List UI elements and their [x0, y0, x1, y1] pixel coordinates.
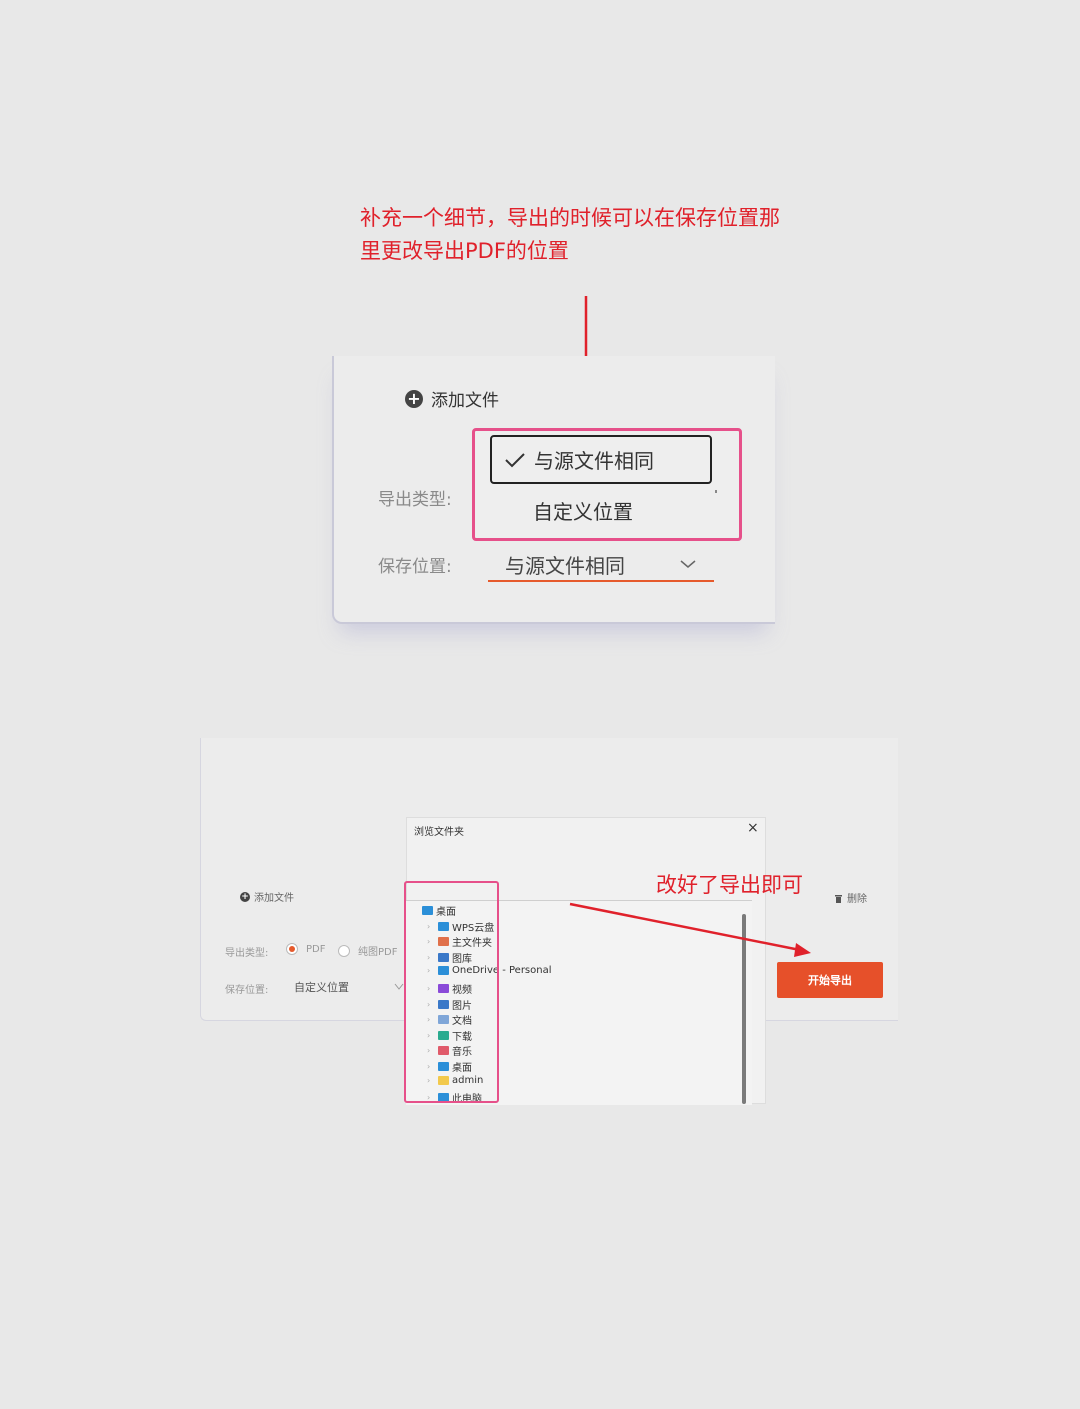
radio-button[interactable]: [338, 944, 350, 957]
chevron-down-icon: [394, 983, 404, 990]
annotation-top: 补充一个细节，导出的时候可以在保存位置那 里更改导出PDF的位置: [360, 202, 840, 268]
start-export-button[interactable]: 开始导出: [777, 962, 883, 998]
add-file-button-top[interactable]: + 添加文件: [405, 386, 499, 411]
dropdown-option-label: 与源文件相同: [534, 449, 654, 473]
add-file-button-bottom[interactable]: + 添加文件: [240, 889, 294, 904]
close-icon[interactable]: ×: [747, 820, 759, 836]
highlight-box-tree: [404, 881, 499, 1103]
save-location-label: 保存位置:: [225, 985, 269, 996]
annotation-top-line1: 补充一个细节，导出的时候可以在保存位置那: [360, 206, 780, 230]
radio-image-pdf[interactable]: 纯图PDF: [338, 943, 397, 958]
save-location-label: 保存位置:: [378, 557, 452, 577]
plus-circle-icon: +: [240, 891, 250, 902]
arrow-annotation: [569, 902, 811, 957]
dialog-title: 浏览文件夹: [414, 827, 464, 838]
delete-button[interactable]: 删除: [834, 890, 867, 905]
dropdown-option-custom[interactable]: 自定义位置: [533, 496, 633, 525]
add-file-label: 添加文件: [431, 391, 499, 411]
radio-pdf-label: PDF: [306, 943, 326, 955]
dropdown-scroll-mark: [715, 490, 717, 493]
trash-icon: [835, 894, 842, 903]
export-type-label: 导出类型:: [378, 490, 452, 510]
export-type-label: 导出类型:: [225, 948, 269, 959]
dropdown-option-same-as-source[interactable]: 与源文件相同: [490, 435, 712, 484]
add-file-label: 添加文件: [254, 893, 294, 904]
save-location-select[interactable]: 与源文件相同: [488, 548, 714, 582]
annotation-bottom: 改好了导出即可: [656, 873, 803, 897]
plus-circle-icon: +: [405, 389, 423, 408]
save-location-select-bottom[interactable]: 自定义位置: [294, 979, 404, 995]
annotation-top-line2: 里更改导出PDF的位置: [360, 239, 569, 263]
radio-button-selected[interactable]: [286, 943, 298, 955]
save-location-value: 自定义位置: [294, 981, 349, 994]
radio-image-pdf-label: 纯图PDF: [358, 947, 398, 958]
checkmark-icon: [505, 452, 525, 467]
radio-pdf[interactable]: PDF: [286, 943, 325, 955]
save-location-value: 与源文件相同: [505, 553, 625, 578]
chevron-down-icon: [680, 560, 696, 568]
delete-label: 删除: [847, 894, 867, 905]
